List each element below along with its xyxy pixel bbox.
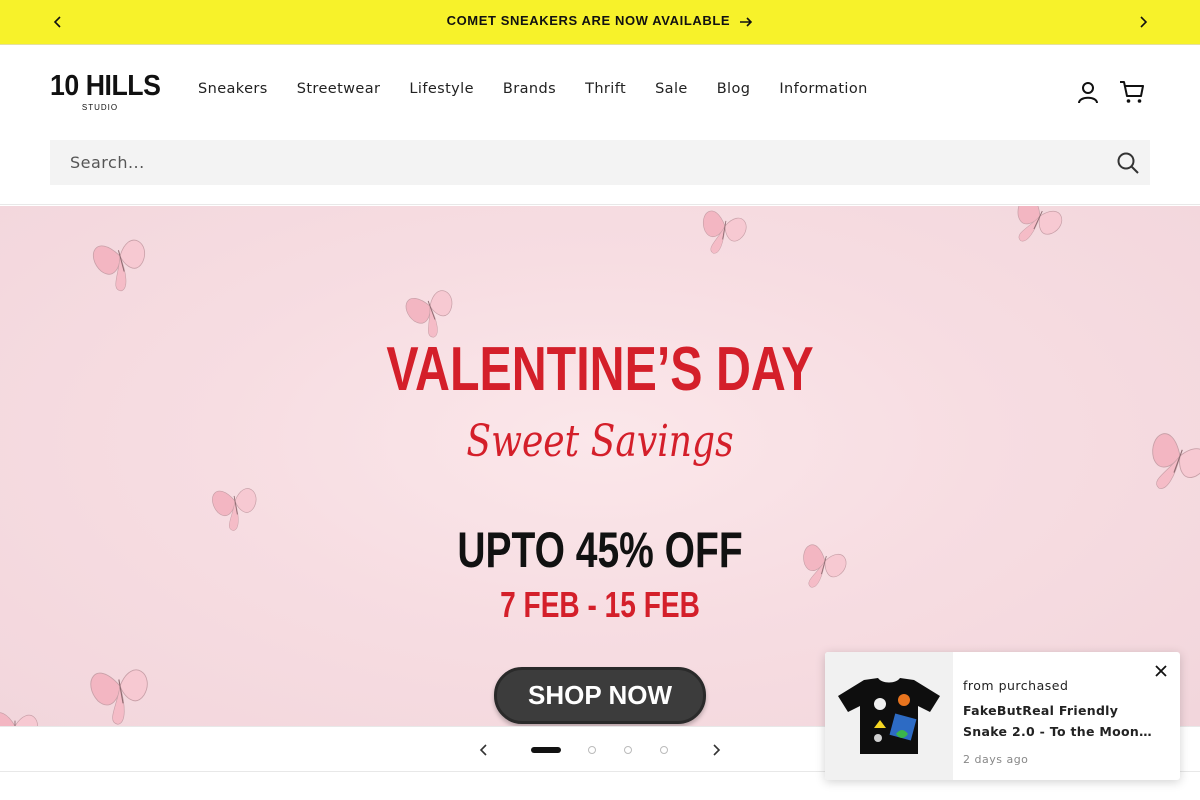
cart-button[interactable] (1118, 78, 1146, 106)
popup-timestamp: 2 days ago (963, 753, 1029, 766)
nav-item-sale[interactable]: Sale (655, 81, 688, 97)
nav-item-lifestyle[interactable]: Lifestyle (409, 81, 474, 97)
site-header: 10 HILLS STUDIO Sneakers Streetwear Life… (0, 45, 1200, 205)
announcement-text: COMET SNEAKERS ARE NOW AVAILABLE (446, 13, 731, 28)
popup-close-button[interactable] (1152, 662, 1170, 680)
chevron-left-icon (479, 744, 487, 756)
cart-icon (1120, 81, 1144, 103)
popup-pre-text: from purchased (963, 678, 1069, 693)
popup-product-name[interactable]: FakeButReal Friendly Snake 2.0 - To the … (963, 700, 1163, 742)
chevron-right-icon (713, 744, 721, 756)
main-nav: Sneakers Streetwear Lifestyle Brands Thr… (198, 81, 868, 97)
nav-item-brands[interactable]: Brands (503, 81, 556, 97)
close-icon (1155, 665, 1167, 677)
slide-next-button[interactable] (706, 740, 726, 760)
chevron-right-icon (1140, 16, 1148, 28)
product-thumbnail[interactable] (825, 652, 953, 780)
nav-item-sneakers[interactable]: Sneakers (198, 81, 268, 97)
announcement-link[interactable]: COMET SNEAKERS ARE NOW AVAILABLE (0, 13, 1200, 28)
hero-banner[interactable]: VALENTINE’S DAY Sweet Savings UPTO 45% O… (0, 206, 1200, 726)
search-button[interactable] (1114, 149, 1142, 177)
account-icon (1078, 82, 1098, 104)
slide-prev-button[interactable] (474, 740, 494, 760)
nav-item-information[interactable]: Information (779, 81, 867, 97)
site-logo[interactable]: 10 HILLS STUDIO (50, 70, 161, 115)
nav-item-streetwear[interactable]: Streetwear (297, 81, 381, 97)
slide-dot-3[interactable] (624, 746, 632, 754)
account-button[interactable] (1074, 78, 1102, 106)
search-icon (1117, 152, 1139, 174)
hero-dates: 7 FEB - 15 FEB (500, 584, 700, 625)
shop-now-button[interactable]: SHOP NOW (494, 667, 706, 724)
announcement-next-button[interactable] (1133, 12, 1153, 32)
tshirt-image (838, 678, 940, 754)
logo-wordmark: 10 HILLS (50, 70, 161, 102)
nav-item-blog[interactable]: Blog (717, 81, 751, 97)
arrow-right-icon (740, 16, 753, 27)
search-input[interactable] (50, 140, 1100, 185)
hero-discount: UPTO 45% OFF (457, 522, 743, 578)
announcement-bar: COMET SNEAKERS ARE NOW AVAILABLE (0, 0, 1200, 45)
search-bar (50, 140, 1150, 185)
logo-subtitle: STUDIO (81, 103, 119, 112)
hero-subtitle: Sweet Savings (466, 416, 734, 467)
nav-item-thrift[interactable]: Thrift (585, 81, 626, 97)
hero-title: VALENTINE’S DAY (386, 335, 814, 404)
slide-dot-1[interactable] (531, 747, 561, 753)
slide-dot-4[interactable] (660, 746, 668, 754)
slide-dot-2[interactable] (588, 746, 596, 754)
sales-notification-popup: from purchased FakeButReal Friendly Snak… (825, 652, 1180, 780)
